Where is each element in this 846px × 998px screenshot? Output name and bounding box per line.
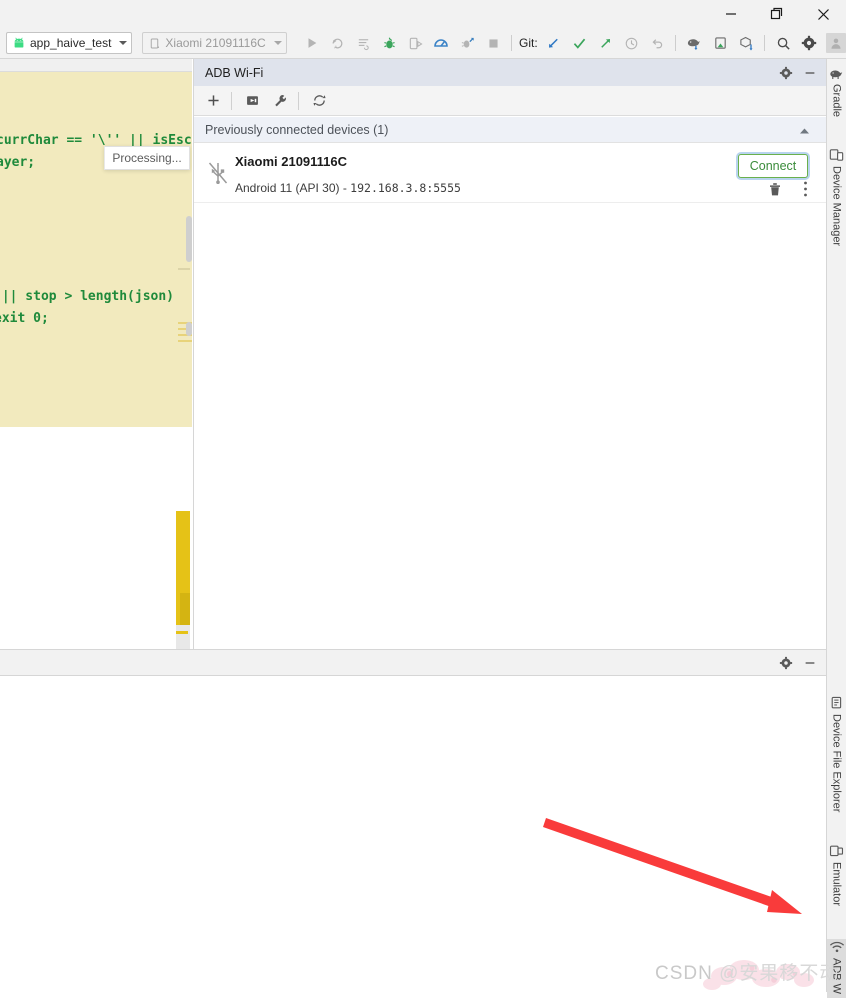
editor-highlight-band-a [0, 72, 192, 124]
toolbar-divider-2 [675, 35, 677, 51]
sdk-manager-icon[interactable] [734, 31, 758, 55]
device-icon [148, 37, 161, 50]
window-minimize-button[interactable] [708, 0, 754, 28]
run-configuration-selector[interactable]: app_haive_test [6, 32, 133, 54]
gradle-elephant-icon [829, 65, 845, 81]
device-manager-icon [829, 147, 844, 163]
editor-top-strip [0, 59, 192, 72]
stop-icon[interactable] [481, 31, 505, 55]
window-title-bar [0, 0, 846, 29]
refresh-icon[interactable] [306, 89, 332, 113]
adb-toolbar-divider [231, 91, 232, 110]
sidebar-item-label: Emulator [830, 862, 843, 907]
bottom-tool-window-content [0, 676, 826, 992]
previously-connected-devices-header[interactable]: Previously connected devices (1) [194, 117, 826, 143]
window-close-button[interactable] [800, 0, 846, 28]
watermark-text: CSDN @安果移不动 [655, 958, 839, 985]
device-name-label: Xiaomi 21091116C [235, 154, 348, 169]
debug-icon[interactable] [377, 31, 401, 55]
device-file-explorer-icon [829, 695, 844, 711]
window-maximize-button[interactable] [754, 0, 800, 28]
search-icon[interactable] [771, 31, 795, 55]
sidebar-item-label: Gradle [830, 84, 843, 118]
run-on-device-icon[interactable] [403, 31, 427, 55]
adb-wifi-toolbar [194, 86, 826, 116]
code-line: ayer; [0, 155, 36, 170]
minimize-icon[interactable] [798, 651, 822, 675]
emulator-icon [829, 843, 844, 859]
toolbar-divider-3 [764, 35, 766, 51]
code-line: || stop > length(json) [0, 289, 175, 304]
sidebar-item-label: Device File Explorer [830, 714, 843, 813]
git-label: Git: [519, 36, 538, 50]
right-tool-window-strip: Gradle Device Manager Device File Explor… [826, 59, 846, 998]
code-editor[interactable]: currChar == '\'' || isEsc ayer; || stop … [0, 59, 192, 649]
avd-manager-icon[interactable] [708, 31, 732, 55]
git-commit-icon[interactable] [568, 31, 592, 55]
history-icon[interactable] [619, 31, 643, 55]
main-toolbar: app_haive_test Xiaomi 21091116C A Git: [0, 28, 846, 59]
settings-gear-icon[interactable] [797, 31, 821, 55]
bottom-tool-window-header [0, 649, 826, 676]
run-configuration-label: app_haive_test [30, 36, 112, 50]
git-push-icon[interactable] [594, 31, 618, 55]
device-details-label: Android 11 (API 30) - 192.168.3.8:5555 [235, 181, 461, 195]
watermark-handle: @安果移不动 [719, 963, 840, 984]
sidebar-item-device-manager[interactable]: Device Manager [827, 147, 846, 246]
sidebar-item-emulator[interactable]: Emulator [827, 843, 846, 906]
attach-debugger-icon[interactable] [455, 31, 479, 55]
gear-icon[interactable] [774, 61, 798, 85]
pair-device-icon[interactable] [239, 89, 265, 113]
undo-icon[interactable] [645, 31, 669, 55]
more-options-icon[interactable] [803, 180, 808, 201]
avatar[interactable] [825, 33, 846, 53]
gear-icon[interactable] [774, 651, 798, 675]
wrench-icon[interactable] [267, 89, 293, 113]
chevron-down-icon [273, 41, 282, 45]
adb-wifi-icon [829, 939, 845, 955]
sidebar-item-device-file-explorer[interactable]: Device File Explorer [827, 695, 846, 812]
android-app-icon [12, 36, 26, 50]
device-selector-label: Xiaomi 21091116C [165, 36, 266, 50]
git-update-icon[interactable] [542, 31, 566, 55]
sidebar-item-gradle[interactable]: Gradle [827, 65, 846, 117]
device-list-item[interactable]: Xiaomi 21091116C Android 11 (API 30) - 1… [194, 143, 826, 203]
toolbar-divider [511, 35, 513, 51]
bottom-panel-actions [774, 650, 822, 676]
adb-wifi-header-actions [774, 59, 822, 86]
adb-wifi-header: ADB Wi-Fi [194, 59, 826, 86]
usb-disconnected-icon [207, 160, 229, 189]
adb-toolbar-divider-2 [298, 91, 299, 110]
adb-wifi-tool-window: ADB Wi-Fi Previously connected devices (… [193, 59, 826, 649]
sidebar-item-label: Device Manager [830, 166, 843, 247]
minimize-icon[interactable] [798, 61, 822, 85]
apply-changes-icon[interactable] [352, 31, 376, 55]
gradle-sync-icon[interactable] [682, 31, 706, 55]
watermark-prefix: CSDN [655, 963, 720, 984]
device-selector[interactable]: Xiaomi 21091116C [142, 32, 287, 54]
chevron-up-icon[interactable] [799, 124, 810, 138]
profiler-icon[interactable] [429, 31, 453, 55]
add-device-icon[interactable] [200, 89, 226, 113]
rerun-icon[interactable]: A [326, 31, 350, 55]
svg-text:A: A [334, 44, 338, 49]
section-header-label: Previously connected devices (1) [205, 122, 389, 137]
chevron-down-icon [119, 41, 128, 45]
device-android-version: Android 11 (API 30) - [235, 181, 351, 195]
adb-wifi-title: ADB Wi-Fi [205, 65, 264, 80]
code-line: exit 0; [0, 311, 49, 326]
delete-icon[interactable] [768, 181, 782, 200]
run-icon[interactable] [300, 31, 324, 55]
connect-button[interactable]: Connect [738, 154, 808, 178]
device-address: 192.168.3.8:5555 [350, 181, 461, 195]
